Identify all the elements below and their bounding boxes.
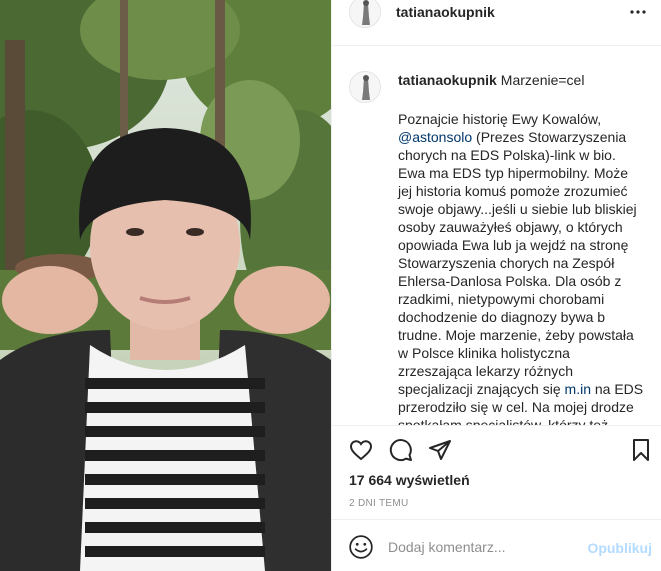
caption-avatar[interactable] [349, 71, 381, 103]
paper-plane-icon[interactable] [428, 438, 452, 462]
post-date[interactable]: 2 DNI TEMU [349, 498, 409, 509]
post-panel: tatianaokupnik tatianaokupnik Marzenie=ce… [331, 0, 661, 571]
caption-header: tatianaokupnik Marzenie=cel [398, 72, 584, 88]
comments-area[interactable]: tatianaokupnik Marzenie=cel Poznajcie his… [332, 47, 661, 425]
heart-icon[interactable] [349, 438, 373, 462]
avatar[interactable] [349, 0, 381, 28]
post-comment-button[interactable]: Opublikuj [587, 540, 652, 556]
mention-link[interactable]: @astonsolo [398, 129, 472, 145]
caption-username[interactable]: tatianaokupnik [398, 72, 497, 88]
caption-text: Poznajcie historię Ewy Kowalów, @astonso… [398, 110, 644, 425]
caption-body-1: Poznajcie historię Ewy Kowalów, [398, 111, 602, 127]
caption-title: Marzenie=cel [500, 72, 585, 88]
more-options-icon[interactable] [628, 2, 648, 22]
avatar-figure-icon [350, 0, 380, 27]
emoji-smile-icon[interactable] [348, 534, 374, 560]
action-bar [332, 425, 661, 473]
caption-body-2: (Prezes Stowarzyszenia chorych na EDS Po… [398, 129, 637, 397]
views-count[interactable]: 17 664 wyświetleń [349, 472, 470, 488]
header-username[interactable]: tatianaokupnik [396, 4, 495, 20]
comment-bubble-icon[interactable] [389, 438, 413, 462]
add-comment-bar: Opublikuj [332, 519, 661, 571]
avatar-figure-icon [350, 72, 380, 102]
bookmark-icon[interactable] [629, 438, 653, 462]
post-header: tatianaokupnik [332, 0, 661, 46]
comment-input[interactable] [388, 536, 578, 558]
post-image[interactable] [0, 0, 331, 571]
inline-link[interactable]: m.in [565, 381, 591, 397]
post-photo [0, 0, 331, 571]
